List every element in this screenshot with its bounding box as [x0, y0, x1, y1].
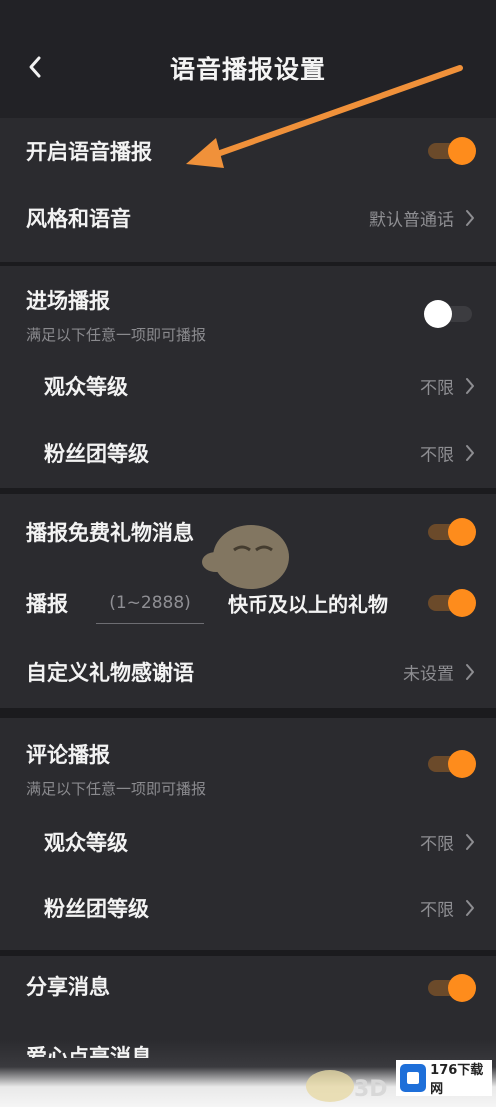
entry-toggle-switch[interactable]: [424, 300, 476, 328]
share-toggle-switch[interactable]: [424, 974, 476, 1002]
entry-label: 进场播报: [26, 289, 110, 313]
viewer-level-label: 观众等级: [44, 375, 128, 399]
viewer-level-value: 不限: [420, 378, 454, 399]
entry-hint: 满足以下任意一项即可播报: [26, 326, 207, 344]
top-bar: 语音播报设置: [0, 0, 496, 118]
comment-toggle-row: 评论播报: [0, 724, 496, 784]
comment-section: 评论播报 满足以下任意一项即可播报 观众等级 不限 粉丝团等级 不限: [0, 718, 496, 950]
gift-suffix-label: 快币及以上的礼物: [228, 592, 388, 617]
voice-section: 开启语音播报 风格和语音 默认普通话: [0, 118, 496, 262]
watermark-mascot-icon: [202, 525, 289, 589]
style-voice-row[interactable]: 风格和语音 默认普通话: [0, 188, 496, 248]
gift-threshold-toggle[interactable]: [424, 589, 476, 617]
watermark-site-logo: 176下载网: [396, 1060, 492, 1097]
voice-toggle-label: 开启语音播报: [26, 140, 152, 164]
chevron-right-icon: [466, 900, 474, 916]
style-voice-value: 默认普通话: [369, 210, 454, 231]
viewer-level-value: 不限: [420, 834, 454, 855]
entry-broadcast-section: 进场播报 满足以下任意一项即可播报 观众等级 不限 粉丝团等级 不限: [0, 266, 496, 488]
comment-fan-level-row[interactable]: 粉丝团等级 不限: [0, 878, 496, 938]
gift-prefix-label: 播报: [26, 592, 68, 616]
share-label: 分享消息: [26, 975, 110, 999]
site-logo-text: 176下载网: [430, 1063, 484, 1097]
site-logo-icon: [400, 1064, 427, 1092]
entry-toggle-row: 进场播报: [0, 270, 496, 330]
like-message-label: 爱心点亮消息: [26, 1045, 152, 1058]
comment-hint: 满足以下任意一项即可播报: [26, 780, 207, 798]
gift-threshold-input[interactable]: (1~2888): [96, 583, 204, 624]
custom-thanks-label: 自定义礼物感谢语: [26, 661, 194, 685]
voice-toggle-switch[interactable]: [424, 137, 476, 165]
fan-level-label: 粉丝团等级: [44, 442, 149, 466]
chevron-right-icon: [466, 210, 474, 226]
chevron-right-icon: [466, 445, 474, 461]
watermark-3d-logo: 3D: [306, 1070, 388, 1102]
viewer-level-label: 观众等级: [44, 831, 128, 855]
entry-fan-level-row[interactable]: 粉丝团等级 不限: [0, 423, 496, 483]
comment-viewer-level-row[interactable]: 观众等级 不限: [0, 812, 496, 872]
fan-level-value: 不限: [420, 900, 454, 921]
free-gift-toggle[interactable]: [424, 518, 476, 546]
free-gift-label: 播报免费礼物消息: [26, 521, 194, 545]
custom-thanks-value: 未设置: [403, 664, 454, 685]
page-title: 语音播报设置: [169, 55, 326, 84]
chevron-right-icon: [466, 378, 474, 394]
style-voice-label: 风格和语音: [26, 207, 131, 231]
chevron-right-icon: [466, 834, 474, 850]
comment-toggle-switch[interactable]: [424, 750, 476, 778]
chevron-right-icon: [466, 664, 474, 680]
fan-level-value: 不限: [420, 445, 454, 466]
share-toggle-row: 分享消息: [0, 956, 496, 1016]
svg-text:3D: 3D: [354, 1077, 388, 1102]
custom-thanks-row[interactable]: 自定义礼物感谢语 未设置: [0, 642, 496, 702]
comment-label: 评论播报: [26, 743, 110, 767]
fan-level-label: 粉丝团等级: [44, 897, 149, 921]
voice-toggle-row: 开启语音播报: [0, 121, 496, 181]
entry-viewer-level-row[interactable]: 观众等级 不限: [0, 356, 496, 416]
